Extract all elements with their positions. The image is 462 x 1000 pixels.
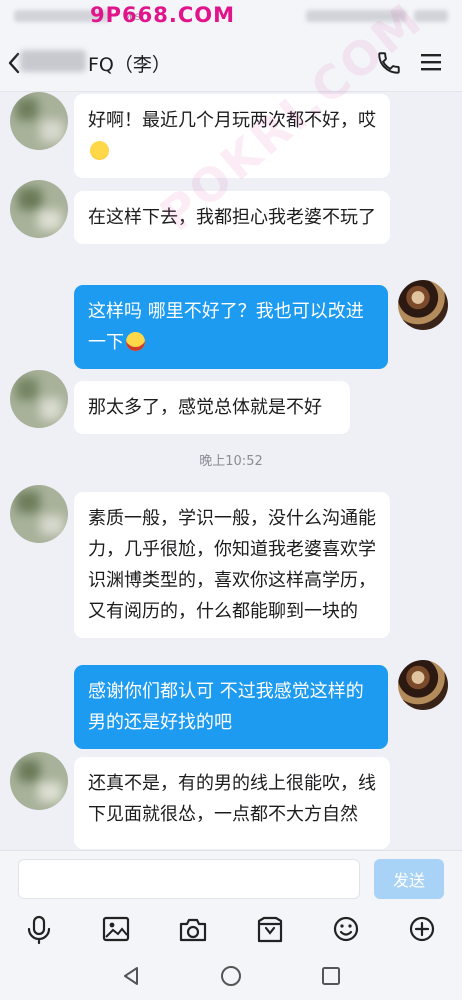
message-bubble[interactable]: 还真不是，有的男的线上很能吹，线下见面就很怂，一点都不大方自然 [74,757,390,849]
grinning-face-icon [126,332,145,351]
message-text: 素质一般，学识一般，没什么沟通能力，几乎很尬，你知道我老婆喜欢学识渊博类型的，喜… [88,508,376,622]
message-bubble[interactable]: 这样吗 哪里不好了？我也可以改进一下 [74,285,388,369]
friend-avatar[interactable] [10,92,68,150]
image-icon[interactable] [102,916,130,942]
send-button[interactable]: 发送 [374,859,444,899]
friend-avatar[interactable] [10,485,68,543]
message-bubble[interactable]: 在这样下去，我都担心我老婆不玩了 [74,191,390,244]
message-text: 感谢你们都认可 不过我感觉这样的男的还是好找的吧 [88,681,364,733]
my-avatar[interactable] [398,660,448,710]
back-arrow-icon[interactable] [8,52,20,74]
crying-face-icon [90,141,109,160]
message-input[interactable] [18,859,360,899]
message-text: 那太多了，感觉总体就是不好 [88,397,322,418]
message-bubble[interactable]: 感谢你们都认可 不过我感觉这样的男的还是好找的吧 [74,665,388,749]
system-nav-bar [0,952,462,1000]
plus-icon[interactable] [408,915,436,943]
site-watermark: 9P668.COM [90,3,235,27]
chat-header: FQ（李） [0,34,462,92]
friend-avatar[interactable] [10,180,68,238]
friend-avatar[interactable] [10,752,68,810]
emoji-icon[interactable] [332,915,360,943]
message-text: 还真不是，有的男的线上很能吹，线下见面就很怂，一点都不大方自然 [88,773,376,825]
my-avatar[interactable] [398,280,448,330]
camera-icon[interactable] [178,917,208,943]
chat-title: FQ（李） [88,54,171,76]
contact-name-blur [20,50,86,72]
microphone-icon[interactable] [26,915,52,945]
battery-blur [414,10,448,22]
status-icons-blur [306,10,406,22]
message-bubble[interactable]: 好啊！最近几个月玩两次都不好，哎 [74,94,390,178]
message-bubble[interactable]: 那太多了，感觉总体就是不好 [74,381,350,434]
phone-icon[interactable] [376,50,402,76]
message-bubble[interactable]: 素质一般，学识一般，没什么沟通能力，几乎很尬，你知道我老婆喜欢学识渊博类型的，喜… [74,492,390,638]
friend-avatar[interactable] [10,370,68,428]
message-timestamp: 晚上10:52 [199,454,263,469]
composer: 发送 [0,850,462,910]
message-text: 好啊！最近几个月玩两次都不好，哎 [88,110,376,131]
back-triangle-icon[interactable] [120,965,142,987]
recents-square-icon[interactable] [320,965,342,987]
composer-toolbar [0,910,462,952]
home-circle-icon[interactable] [220,965,242,987]
menu-icon[interactable] [420,52,442,72]
message-text: 在这样下去，我都担心我老婆不玩了 [88,207,376,228]
folder-icon[interactable] [256,916,284,944]
